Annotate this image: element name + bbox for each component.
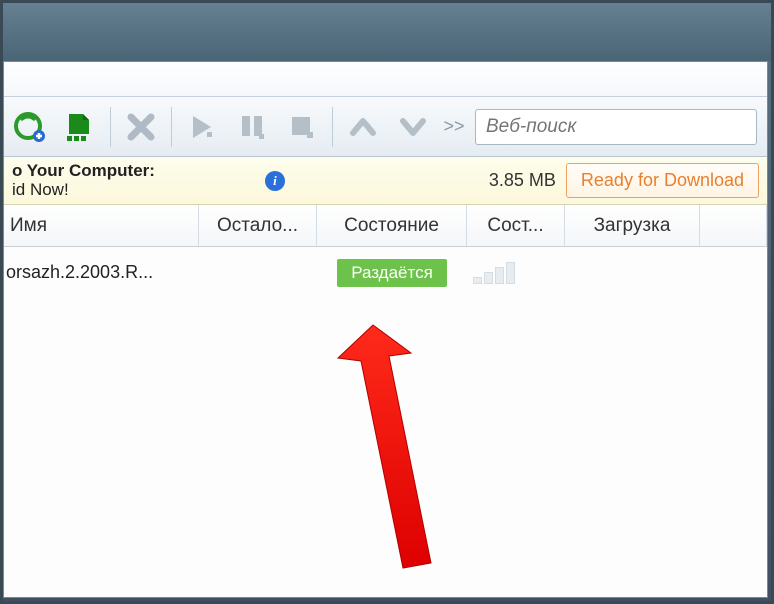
column-headers: Имя Остало... Состояние Сост... Загрузка [4, 205, 767, 247]
toolbar-separator [171, 107, 172, 147]
toolbar-overflow[interactable]: >> [439, 116, 469, 137]
stop-button[interactable] [278, 104, 326, 150]
signal-bars-icon [473, 262, 515, 284]
stop-icon [287, 112, 317, 142]
start-icon [187, 112, 217, 142]
toolbar-separator [332, 107, 333, 147]
window-frame: >> o Your Computer: id Now! i 3.85 MB Re… [0, 0, 774, 604]
state-badge: Раздаётся [337, 259, 447, 287]
app-window: >> o Your Computer: id Now! i 3.85 MB Re… [3, 61, 768, 598]
cell-state: Раздаётся [317, 247, 467, 298]
titlebar[interactable] [3, 3, 771, 61]
cell-download [565, 247, 700, 298]
pause-icon [237, 112, 267, 142]
banner-text: o Your Computer: id Now! [12, 162, 155, 199]
header-status[interactable]: Сост... [467, 205, 565, 246]
banner-size: 3.85 MB [489, 170, 556, 191]
cell-name: orsazh.2.2003.R... [4, 247, 199, 298]
header-remaining[interactable]: Остало... [199, 205, 317, 246]
move-down-button[interactable] [389, 104, 437, 150]
table-row[interactable]: orsazh.2.2003.R... Раздаётся [4, 247, 767, 299]
header-extra[interactable] [700, 205, 767, 246]
add-torrent-icon [63, 110, 97, 144]
info-icon: i [265, 171, 285, 191]
toolbar-separator [110, 107, 111, 147]
move-up-button[interactable] [339, 104, 387, 150]
add-link-button[interactable] [6, 104, 54, 150]
move-down-icon [399, 113, 427, 141]
start-button[interactable] [178, 104, 226, 150]
cell-status [467, 247, 565, 298]
header-download[interactable]: Загрузка [565, 205, 700, 246]
remove-icon [126, 112, 156, 142]
toolbar: >> [4, 97, 767, 157]
pause-button[interactable] [228, 104, 276, 150]
add-torrent-button[interactable] [56, 104, 104, 150]
move-up-icon [349, 113, 377, 141]
add-link-icon [13, 110, 47, 144]
search-input[interactable] [475, 109, 757, 145]
remove-button[interactable] [117, 104, 165, 150]
ready-download-button[interactable]: Ready for Download [566, 163, 759, 198]
cell-remaining [199, 247, 317, 298]
window-top-bar [4, 62, 767, 97]
header-state[interactable]: Состояние [317, 205, 467, 246]
header-name[interactable]: Имя [4, 205, 199, 246]
notification-banner: o Your Computer: id Now! i 3.85 MB Ready… [4, 157, 767, 205]
banner-line2: id Now! [12, 181, 155, 200]
banner-line1: o Your Computer: [12, 162, 155, 181]
